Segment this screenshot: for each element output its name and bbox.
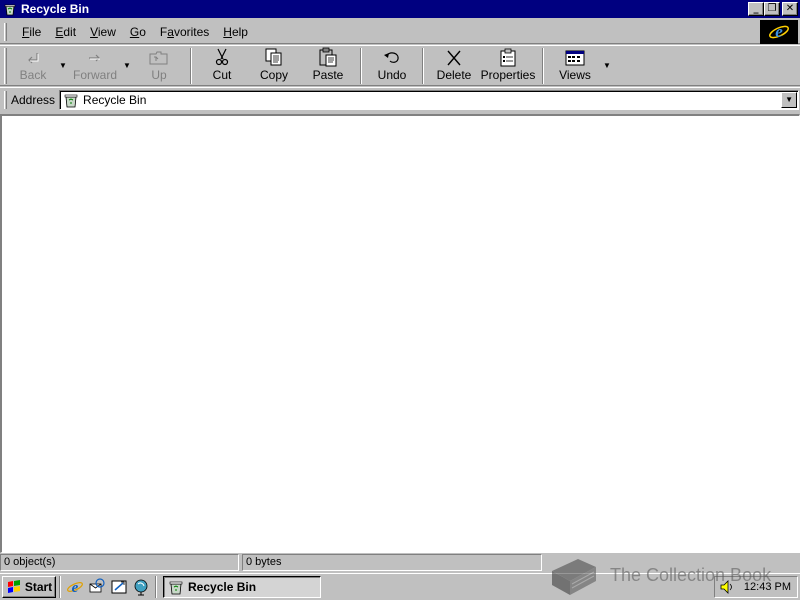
paste-clipboard-icon [319, 47, 337, 67]
up-button[interactable]: Up [133, 46, 185, 85]
scissors-icon [215, 48, 229, 66]
up-folder-icon [149, 51, 168, 65]
back-arrow-icon [28, 53, 39, 64]
title-bar[interactable]: Recycle Bin _ ❐ ✕ [0, 0, 800, 18]
menu-edit[interactable]: Edit [48, 25, 83, 39]
svg-text:e: e [775, 22, 783, 41]
copy-label: Copy [259, 68, 288, 82]
taskbar-separator [155, 576, 157, 598]
address-grip[interactable] [4, 90, 7, 109]
menu-go[interactable]: Go [123, 25, 153, 39]
properties-label: Properties [480, 68, 536, 82]
up-label: Up [151, 68, 167, 82]
outlook-express-icon[interactable] [88, 578, 106, 596]
recycle-bin-icon [64, 94, 78, 107]
minimize-button[interactable]: _ [748, 2, 764, 16]
forward-arrow-icon [89, 54, 100, 62]
show-desktop-icon[interactable] [110, 578, 128, 596]
menu-help[interactable]: Help [216, 25, 255, 39]
toolbar-grip[interactable] [4, 48, 7, 84]
ie-icon[interactable]: e [66, 578, 84, 596]
restore-button[interactable]: ❐ [764, 2, 780, 16]
ie-throbber-logo: e [760, 20, 798, 44]
outlook-express-glyph [89, 578, 105, 593]
ie-icon-glyph: e [67, 580, 83, 596]
task-button-recycle-bin[interactable]: Recycle Bin [163, 576, 321, 598]
address-dropdown-button[interactable]: ▼ [781, 91, 798, 108]
ie-logo-icon: e [769, 22, 789, 41]
toolbar-separator [360, 48, 362, 84]
menu-grip[interactable] [4, 22, 7, 41]
undo-button[interactable]: Undo [367, 46, 417, 85]
book-icon [552, 559, 596, 595]
properties-icon [500, 48, 516, 67]
menu-file[interactable]: File [15, 25, 48, 39]
status-object-count: 0 object(s) [0, 554, 239, 571]
copy-button[interactable]: Copy [247, 46, 301, 85]
windows-flag-icon [7, 580, 20, 593]
recycle-bin-icon [169, 581, 183, 595]
task-button-label: Recycle Bin [188, 580, 257, 594]
taskbar-separator [59, 576, 61, 598]
views-icon [565, 50, 585, 66]
copy-icon [265, 48, 282, 66]
delete-label: Delete [436, 68, 472, 82]
standard-toolbar: Back ▼ Forward ▼ Up Cut Copy Paste Undo … [0, 45, 800, 86]
address-bar: Address Recycle Bin ▼ [0, 87, 800, 111]
undo-arrow-icon [384, 52, 399, 63]
views-dropdown[interactable]: ▼ [601, 46, 613, 85]
close-button[interactable]: ✕ [782, 2, 798, 16]
toolbar-separator [422, 48, 424, 84]
views-label: Views [559, 68, 591, 82]
start-label: Start [24, 580, 53, 594]
forward-button[interactable]: Forward [69, 46, 121, 85]
delete-x-icon [447, 50, 461, 66]
undo-label: Undo [377, 68, 407, 82]
channels-glyph [134, 579, 148, 596]
cut-button[interactable]: Cut [197, 46, 247, 85]
back-button[interactable]: Back [9, 46, 57, 85]
back-dropdown[interactable]: ▼ [57, 46, 69, 85]
views-button[interactable]: Views [549, 46, 601, 85]
address-value: Recycle Bin [83, 92, 147, 107]
window-controls: _ ❐ ✕ [748, 2, 798, 16]
cut-label: Cut [212, 68, 232, 82]
window-title: Recycle Bin [21, 2, 90, 16]
channels-icon[interactable] [132, 578, 150, 596]
menu-favorites[interactable]: Favorites [153, 25, 216, 39]
address-combobox[interactable]: Recycle Bin ▼ [59, 89, 800, 110]
toolbar-separator [190, 48, 192, 84]
svg-text:e: e [72, 580, 79, 596]
watermark-text: The Collection Book [610, 564, 772, 585]
start-button[interactable]: Start [2, 576, 56, 598]
paste-label: Paste [312, 68, 344, 82]
menu-bar: File Edit View Go Favorites Help e [0, 20, 800, 44]
toolbar-separator [542, 48, 544, 84]
paste-button[interactable]: Paste [301, 46, 355, 85]
properties-button[interactable]: Properties [479, 46, 537, 85]
folder-content-area[interactable] [0, 114, 800, 553]
status-size: 0 bytes [242, 554, 542, 571]
forward-label: Forward [72, 68, 117, 82]
menu-view[interactable]: View [83, 25, 123, 39]
address-label: Address [11, 92, 56, 107]
forward-dropdown[interactable]: ▼ [121, 46, 133, 85]
delete-button[interactable]: Delete [429, 46, 479, 85]
back-label: Back [19, 68, 47, 82]
watermark: The Collection Book [548, 553, 771, 597]
show-desktop-glyph [111, 580, 127, 594]
recycle-bin-icon [4, 4, 16, 16]
